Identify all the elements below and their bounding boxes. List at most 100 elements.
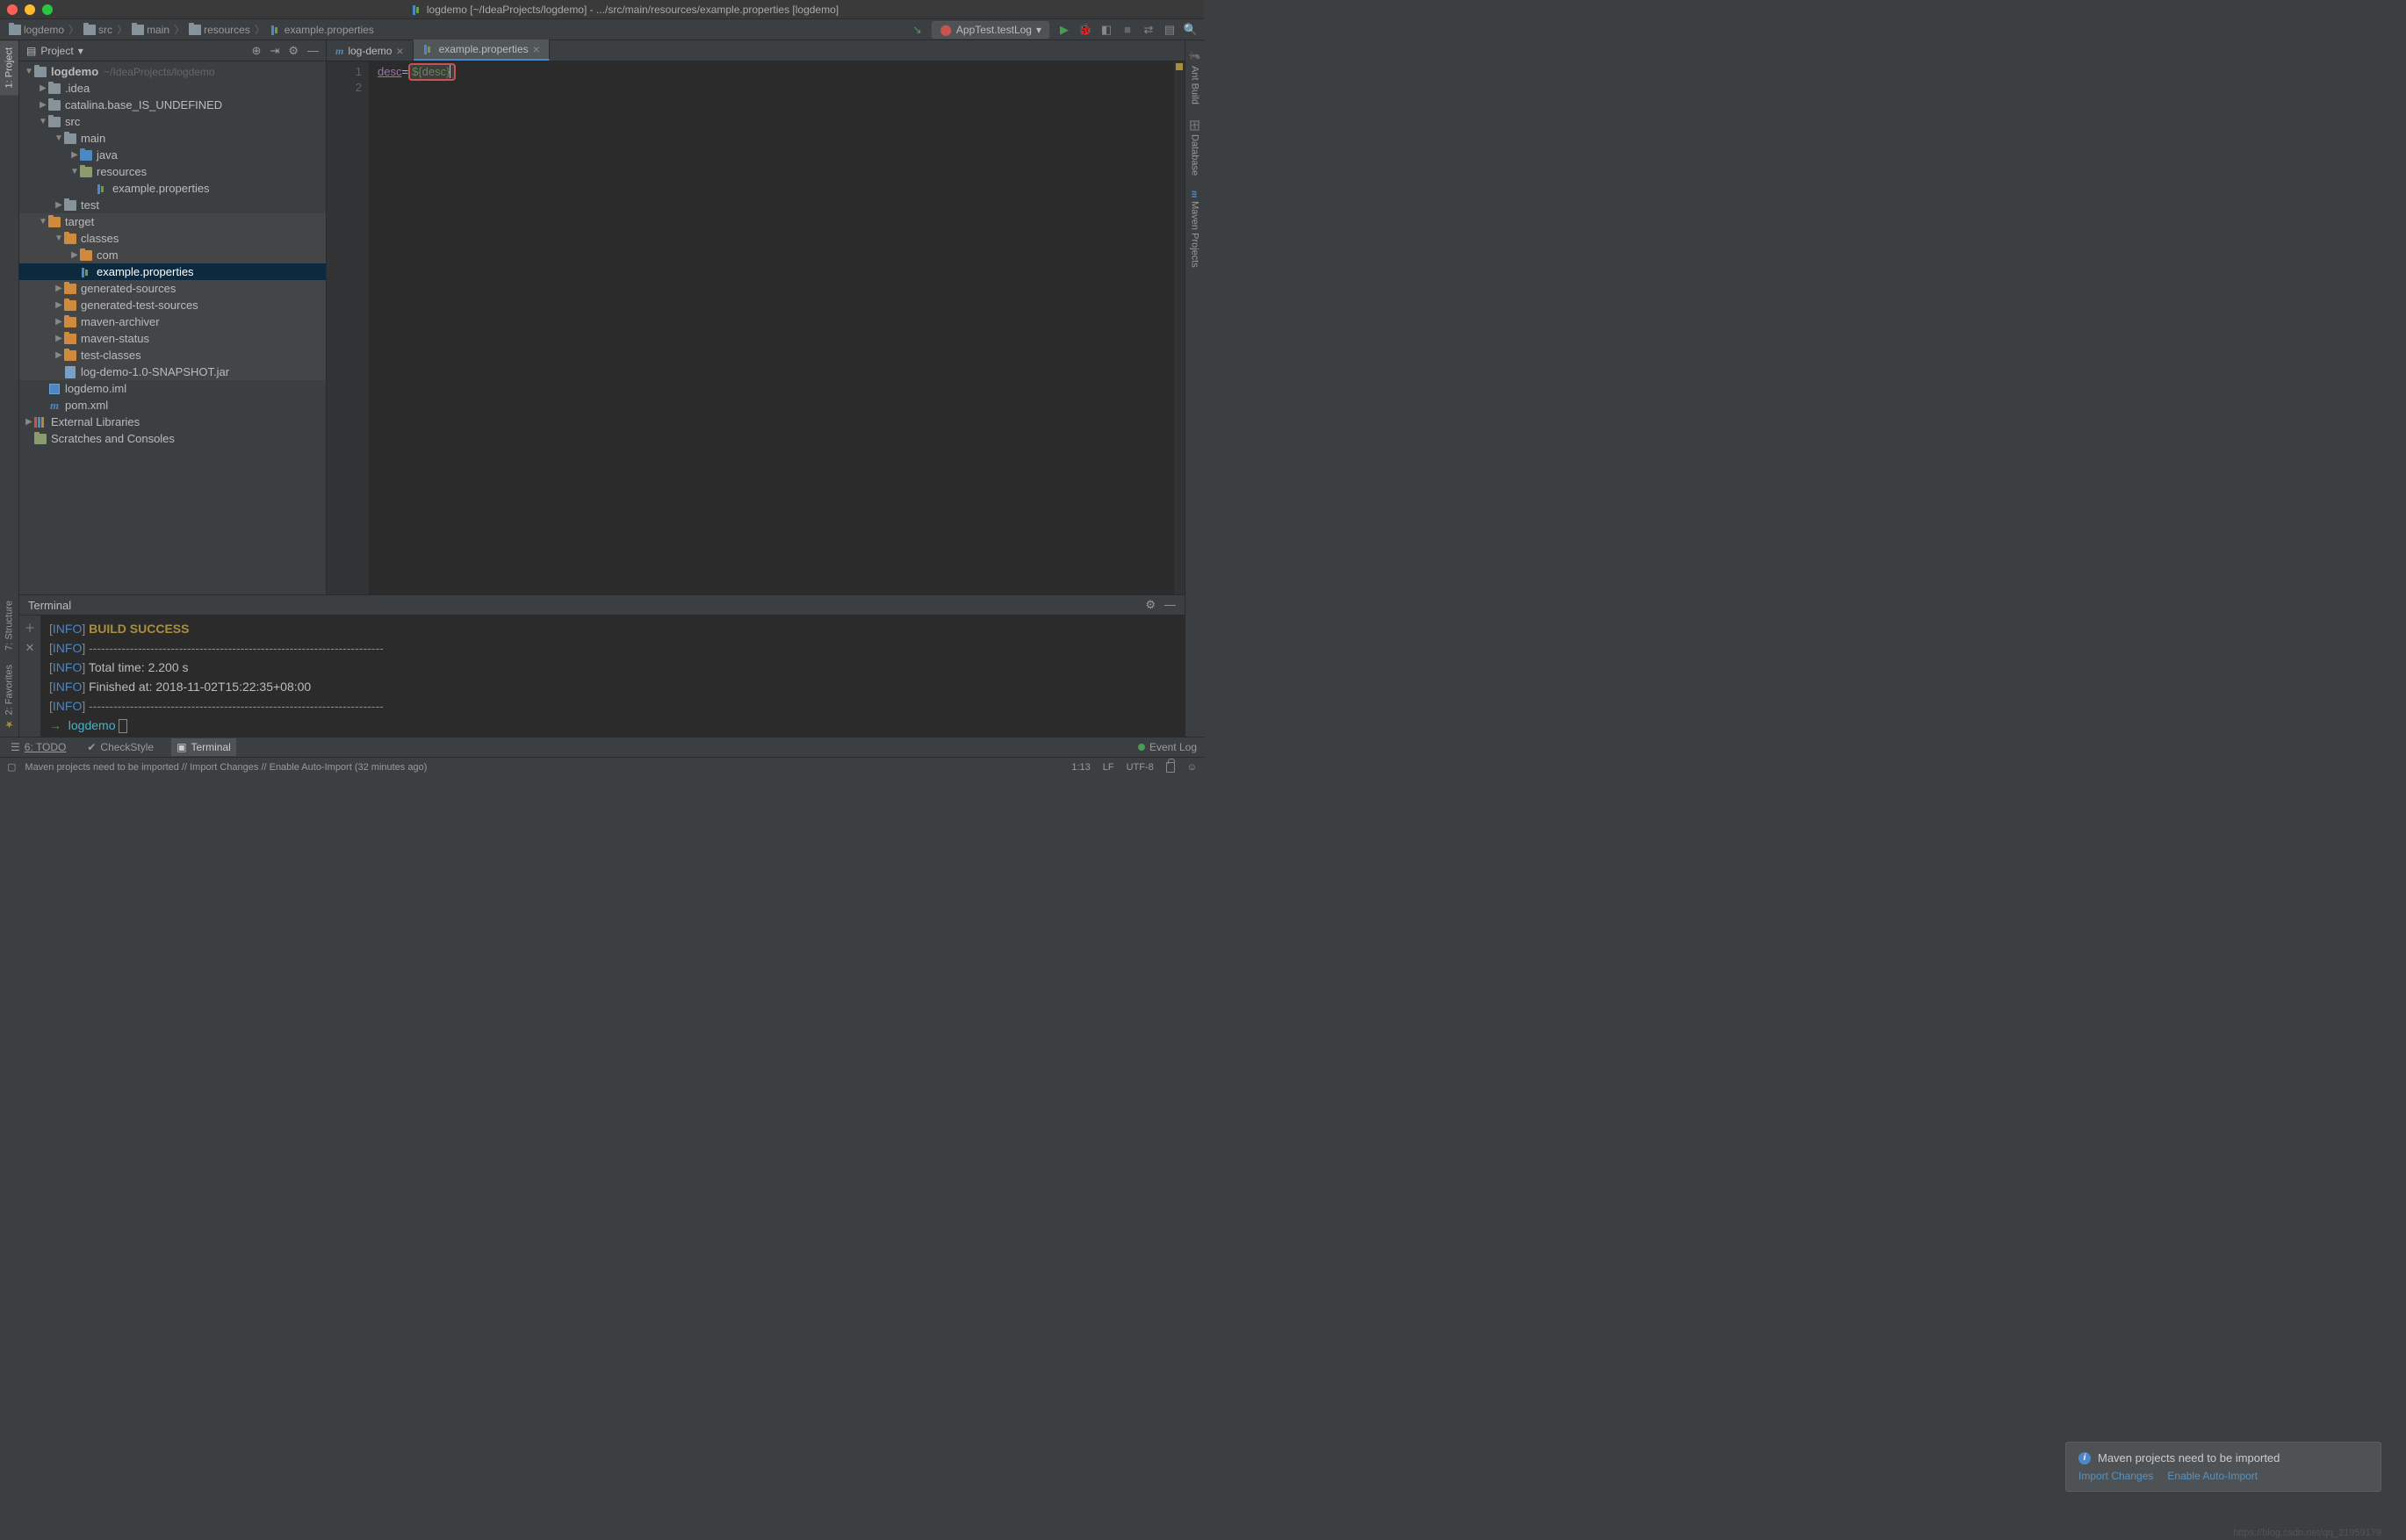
tree-row-selected[interactable]: example.properties: [19, 263, 326, 280]
search-everywhere-button[interactable]: 🔍: [1185, 24, 1197, 36]
breadcrumb-item[interactable]: logdemo: [7, 24, 66, 36]
vcs-button[interactable]: ⇄: [1142, 24, 1155, 36]
expand-icon[interactable]: ▼: [25, 67, 33, 76]
run-button[interactable]: ▶: [1058, 24, 1070, 36]
collapse-icon[interactable]: ⇥: [270, 44, 279, 58]
editor-tab-active[interactable]: example.properties ×: [414, 40, 550, 61]
tree-row[interactable]: example.properties: [19, 180, 326, 197]
favorites-tool-tab[interactable]: ★2: Favorites: [0, 658, 18, 737]
hide-icon[interactable]: —: [1164, 598, 1176, 612]
tree-row[interactable]: log-demo-1.0-SNAPSHOT.jar: [19, 363, 326, 380]
terminal-tab[interactable]: ▣Terminal: [171, 738, 236, 756]
ant-build-tab[interactable]: 🐜Ant Build: [1187, 44, 1202, 112]
maven-projects-tab[interactable]: mMaven Projects: [1188, 184, 1202, 275]
build-icon[interactable]: ↘: [911, 24, 923, 36]
breadcrumb-item[interactable]: src: [82, 24, 114, 36]
event-log-tab[interactable]: Event Log: [1138, 741, 1197, 753]
status-icon[interactable]: ▢: [7, 761, 16, 773]
tree-row[interactable]: m pom.xml: [19, 397, 326, 414]
checkstyle-tab[interactable]: ✔CheckStyle: [83, 741, 157, 753]
gear-icon[interactable]: ⚙: [1145, 598, 1156, 612]
warning-marker[interactable]: [1176, 63, 1183, 70]
structure-tool-tab[interactable]: 7: Structure: [0, 594, 18, 658]
close-session-icon[interactable]: ✕: [25, 641, 35, 655]
error-stripe[interactable]: [1174, 61, 1185, 594]
expand-icon[interactable]: ▶: [54, 317, 63, 327]
import-changes-link[interactable]: Import Changes: [2078, 1470, 2153, 1482]
tree-row[interactable]: ▶ generated-test-sources: [19, 297, 326, 313]
breadcrumb-item[interactable]: example.properties: [268, 24, 376, 36]
locate-icon[interactable]: ⊕: [252, 44, 262, 58]
tree-row[interactable]: ▶ java: [19, 147, 326, 163]
expand-icon[interactable]: ▶: [54, 334, 63, 343]
gear-icon[interactable]: ⚙: [288, 44, 299, 58]
expand-icon[interactable]: ▶: [39, 100, 47, 110]
breadcrumb-item[interactable]: main: [130, 24, 171, 36]
tree-row[interactable]: ▼ classes: [19, 230, 326, 247]
expand-icon[interactable]: ▶: [39, 83, 47, 93]
tree-row[interactable]: ▶ catalina.base_IS_UNDEFINED: [19, 97, 326, 113]
tree-row[interactable]: ▶ maven-status: [19, 330, 326, 347]
close-tab-icon[interactable]: ×: [533, 42, 540, 56]
tree-row[interactable]: ▼ target: [19, 213, 326, 230]
expand-icon[interactable]: ▶: [54, 350, 63, 360]
chevron-down-icon: ▾: [1036, 24, 1041, 36]
line-separator[interactable]: LF: [1103, 762, 1114, 773]
notification-dot: [1138, 744, 1145, 751]
expand-icon[interactable]: ▶: [70, 250, 79, 260]
minimize-window-button[interactable]: [25, 4, 35, 15]
folder-icon: [47, 99, 61, 112]
tree-row[interactable]: ▼ main: [19, 130, 326, 147]
tree-row-root[interactable]: ▼ logdemo ~/IdeaProjects/logdemo: [19, 63, 326, 80]
new-session-icon[interactable]: ＋: [24, 619, 35, 636]
expand-icon[interactable]: ▼: [54, 133, 63, 143]
close-window-button[interactable]: [7, 4, 18, 15]
iml-icon: [47, 383, 61, 395]
inspections-icon[interactable]: ☺: [1187, 762, 1197, 773]
debug-button[interactable]: 🐞: [1079, 24, 1091, 36]
tree-row[interactable]: Scratches and Consoles: [19, 430, 326, 447]
coverage-button[interactable]: ◧: [1100, 24, 1113, 36]
breadcrumb-separator: 〉: [117, 22, 127, 37]
tree-row[interactable]: ▶ test: [19, 197, 326, 213]
expand-icon[interactable]: ▶: [70, 150, 79, 160]
todo-tab[interactable]: ☰6: TODO: [7, 741, 69, 753]
tree-row[interactable]: logdemo.iml: [19, 380, 326, 397]
code-area[interactable]: desc=${desc}: [369, 61, 1174, 594]
file-encoding[interactable]: UTF-8: [1127, 762, 1154, 773]
expand-icon[interactable]: ▼: [39, 117, 47, 126]
expand-icon[interactable]: ▼: [54, 234, 63, 243]
tree-row[interactable]: ▶ .idea: [19, 80, 326, 97]
tree-row[interactable]: ▶ test-classes: [19, 347, 326, 363]
project-structure-button[interactable]: ▤: [1163, 24, 1176, 36]
tree-row[interactable]: ▼ resources: [19, 163, 326, 180]
run-configuration-selector[interactable]: ⬤ AppTest.testLog ▾: [932, 21, 1049, 39]
folder-icon: [47, 116, 61, 128]
close-tab-icon[interactable]: ×: [396, 44, 403, 58]
maximize-window-button[interactable]: [42, 4, 53, 15]
editor-tab[interactable]: m log-demo ×: [327, 41, 414, 61]
expand-icon[interactable]: ▶: [54, 284, 63, 293]
expand-icon[interactable]: ▶: [25, 417, 33, 427]
project-tool-tab[interactable]: 1: Project: [0, 40, 18, 95]
expand-icon[interactable]: ▶: [54, 200, 63, 210]
breadcrumb-separator: 〉: [255, 22, 265, 37]
breadcrumb-item[interactable]: resources: [187, 24, 252, 36]
tree-row[interactable]: ▼ src: [19, 113, 326, 130]
stop-button[interactable]: ■: [1121, 24, 1134, 36]
tree-row[interactable]: ▶ generated-sources: [19, 280, 326, 297]
enable-auto-import-link[interactable]: Enable Auto-Import: [2167, 1470, 2258, 1482]
tree-row[interactable]: ▶ com: [19, 247, 326, 263]
chevron-down-icon[interactable]: ▾: [78, 45, 83, 57]
project-tree[interactable]: ▼ logdemo ~/IdeaProjects/logdemo ▶ .idea…: [19, 61, 326, 594]
hide-icon[interactable]: —: [307, 44, 319, 58]
lock-icon[interactable]: [1166, 762, 1175, 773]
expand-icon[interactable]: ▼: [70, 167, 79, 176]
database-tab[interactable]: 🗄Database: [1187, 112, 1202, 183]
tree-row[interactable]: ▶ maven-archiver: [19, 313, 326, 330]
tree-row[interactable]: ▶ External Libraries: [19, 414, 326, 430]
terminal-content[interactable]: [INFO] BUILD SUCCESS [INFO] ------------…: [40, 615, 1185, 737]
code-line[interactable]: desc=${desc}: [378, 64, 1174, 80]
expand-icon[interactable]: ▶: [54, 300, 63, 310]
expand-icon[interactable]: ▼: [39, 217, 47, 227]
